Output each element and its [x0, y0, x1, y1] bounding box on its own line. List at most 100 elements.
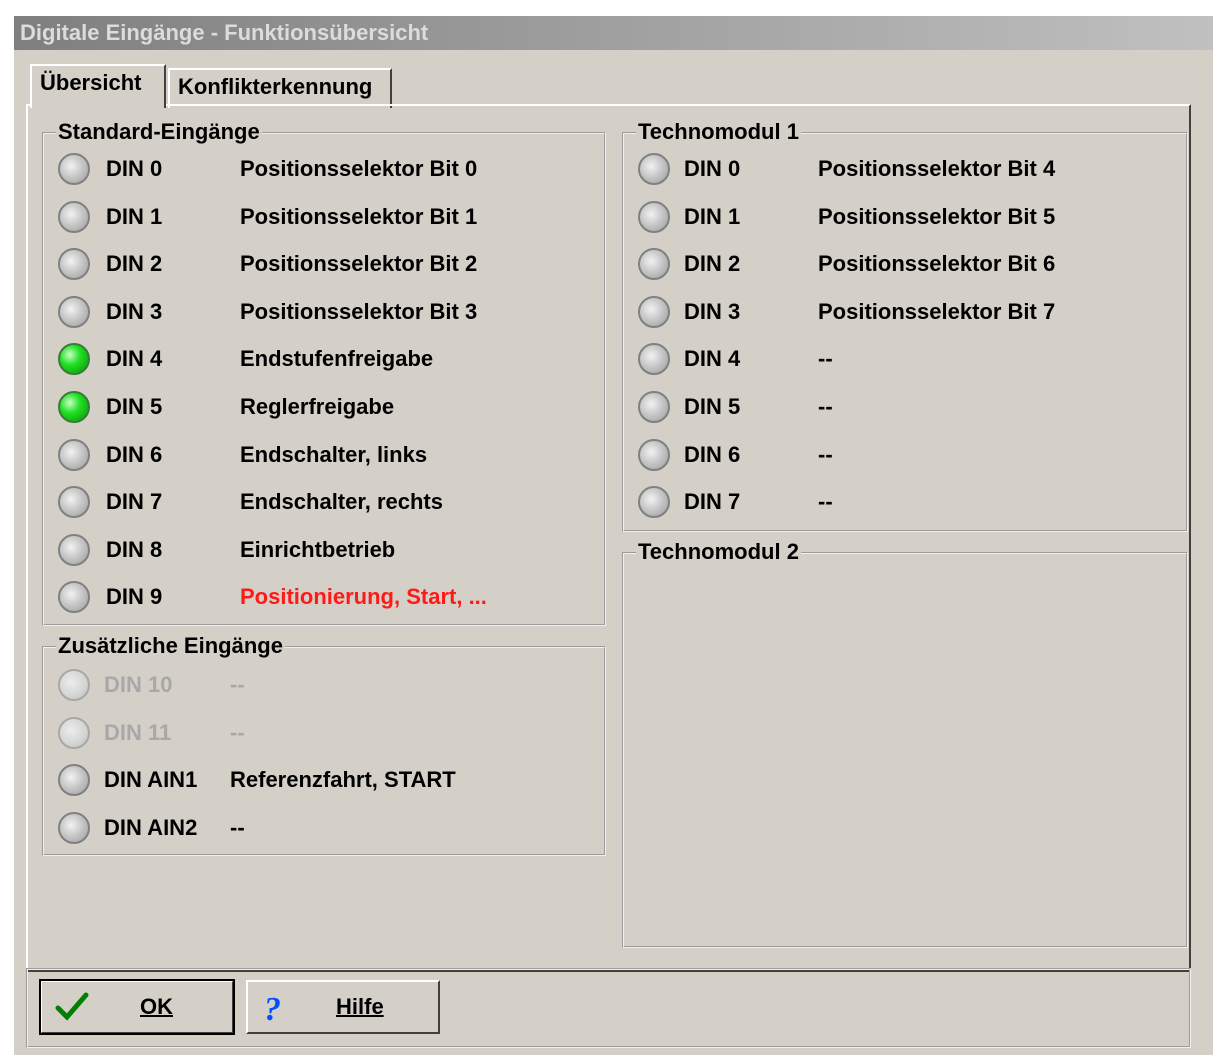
input-row: DIN 0 Positionsselektor Bit 0 [44, 150, 604, 186]
input-row: DIN 6 Endschalter, links [44, 436, 604, 472]
input-row: DIN 5 -- [624, 388, 1186, 424]
input-function: Referenzfahrt, START [230, 767, 456, 793]
input-function: Positionsselektor Bit 7 [818, 298, 1056, 324]
input-row: DIN 4 Endstufenfreigabe [44, 340, 604, 376]
status-led-icon [58, 153, 90, 185]
status-led-icon [58, 438, 90, 471]
tab-uebersicht[interactable]: Übersicht [30, 64, 166, 108]
input-row: DIN AIN1 Referenzfahrt, START [44, 761, 604, 797]
tab-konflikterkennung[interactable]: Konflikterkennung [168, 68, 392, 108]
status-led-icon [638, 153, 670, 185]
technomodul1-group: Technomodul 1 DIN 0 Positionsselektor Bit… [622, 120, 1188, 532]
input-name: DIN 3 [684, 298, 741, 324]
status-led-icon [58, 248, 90, 281]
input-function: -- [818, 489, 833, 515]
input-row: DIN 5 Reglerfreigabe [44, 388, 604, 424]
input-function: Endschalter, rechts [240, 489, 443, 515]
input-name: DIN 9 [106, 584, 163, 610]
input-row: DIN 2 Positionsselektor Bit 6 [624, 245, 1186, 281]
input-function: Positionsselektor Bit 0 [240, 156, 478, 181]
technomodul2-group: Technomodul 2 [622, 540, 1188, 948]
input-row: DIN 1 Positionsselektor Bit 1 [44, 198, 604, 234]
input-name: DIN 8 [106, 536, 163, 562]
status-led-icon [638, 343, 670, 376]
input-function: Positionierung, Start, ... [240, 584, 487, 610]
input-name: DIN 11 [104, 719, 172, 745]
input-row: DIN 11 -- [44, 714, 604, 750]
ok-button-label: OK [140, 994, 173, 1019]
status-led-icon [638, 391, 670, 423]
input-name: DIN 4 [684, 346, 741, 372]
title-bar: Digitale Eingänge - Funktionsübersicht [14, 16, 1213, 50]
input-name: DIN 1 [106, 203, 163, 229]
input-row: DIN 2 Positionsselektor Bit 2 [44, 245, 604, 281]
input-row: DIN 9 Positionierung, Start, ... [44, 578, 604, 614]
status-led-icon [638, 295, 670, 328]
input-function: Endschalter, links [240, 441, 428, 467]
input-name: DIN 7 [684, 489, 741, 515]
input-function: -- [818, 441, 833, 467]
input-name: DIN 5 [684, 394, 741, 419]
input-row: DIN 3 Positionsselektor Bit 7 [624, 293, 1186, 329]
input-function: -- [818, 394, 833, 419]
checkmark-icon [54, 990, 90, 1030]
extra-inputs-title: Zusätzliche Eingänge [56, 633, 285, 658]
input-row: DIN 7 -- [624, 483, 1186, 519]
status-led-icon [638, 438, 670, 471]
help-button-label: Hilfe [336, 994, 384, 1019]
input-name: DIN 2 [684, 251, 741, 277]
technomodul2-title: Technomodul 2 [636, 539, 801, 564]
input-function: Positionsselektor Bit 4 [818, 156, 1056, 181]
input-function: -- [230, 672, 245, 697]
input-name: DIN 7 [106, 489, 163, 515]
help-button[interactable]: ? Hilfe [246, 980, 440, 1034]
input-name: DIN 0 [684, 156, 741, 181]
status-led-icon [58, 811, 90, 844]
input-name: DIN 4 [106, 346, 163, 372]
technomodul1-title: Technomodul 1 [636, 119, 801, 144]
input-function: -- [818, 346, 833, 372]
tab-konflikterkennung-label: Konflikterkennung [178, 74, 373, 99]
input-row: DIN AIN2 -- [44, 809, 604, 845]
input-function: Einrichtbetrieb [240, 536, 396, 562]
input-function: Positionsselektor Bit 1 [240, 203, 478, 229]
status-led-icon [58, 669, 90, 701]
input-name: DIN AIN2 [104, 814, 198, 840]
status-led-icon [638, 486, 670, 519]
status-led-icon [58, 486, 90, 519]
tab-uebersicht-label: Übersicht [40, 70, 142, 95]
button-bar: OK ? Hilfe [26, 968, 1191, 1048]
status-led-icon [58, 343, 90, 376]
input-function: Positionsselektor Bit 2 [240, 251, 478, 277]
input-name: DIN 10 [104, 672, 173, 697]
input-name: DIN 1 [684, 203, 741, 229]
status-led-icon [638, 200, 670, 233]
status-led-icon [638, 248, 670, 281]
input-row: DIN 7 Endschalter, rechts [44, 483, 604, 519]
status-led-icon [58, 764, 90, 797]
extra-inputs-group: Zusätzliche Eingänge DIN 10 -- DIN 11 -- DIN… [42, 634, 606, 856]
input-row: DIN 10 -- [44, 666, 604, 702]
input-name: DIN 3 [106, 298, 163, 324]
input-name: DIN 5 [106, 394, 163, 419]
status-led-icon [58, 716, 90, 749]
ok-button[interactable]: OK [39, 979, 235, 1035]
dialog-window: Digitale Eingänge - Funktionsübersicht Ü… [12, 14, 1213, 1055]
svg-text:?: ? [264, 991, 281, 1026]
input-name: DIN 6 [684, 441, 741, 467]
input-name: DIN 6 [106, 441, 163, 467]
input-row: DIN 1 Positionsselektor Bit 5 [624, 198, 1186, 234]
input-row: DIN 8 Einrichtbetrieb [44, 531, 604, 567]
input-function: Endstufenfreigabe [240, 346, 434, 372]
input-name: DIN 0 [106, 156, 163, 181]
status-led-icon [58, 391, 90, 423]
input-function: -- [230, 719, 245, 745]
input-row: DIN 6 -- [624, 436, 1186, 472]
input-name: DIN 2 [106, 251, 163, 277]
input-function: Reglerfreigabe [240, 394, 395, 419]
status-led-icon [58, 533, 90, 566]
input-function: -- [230, 814, 245, 840]
status-led-icon [58, 295, 90, 328]
input-function: Positionsselektor Bit 6 [818, 251, 1056, 277]
input-function: Positionsselektor Bit 5 [818, 203, 1056, 229]
